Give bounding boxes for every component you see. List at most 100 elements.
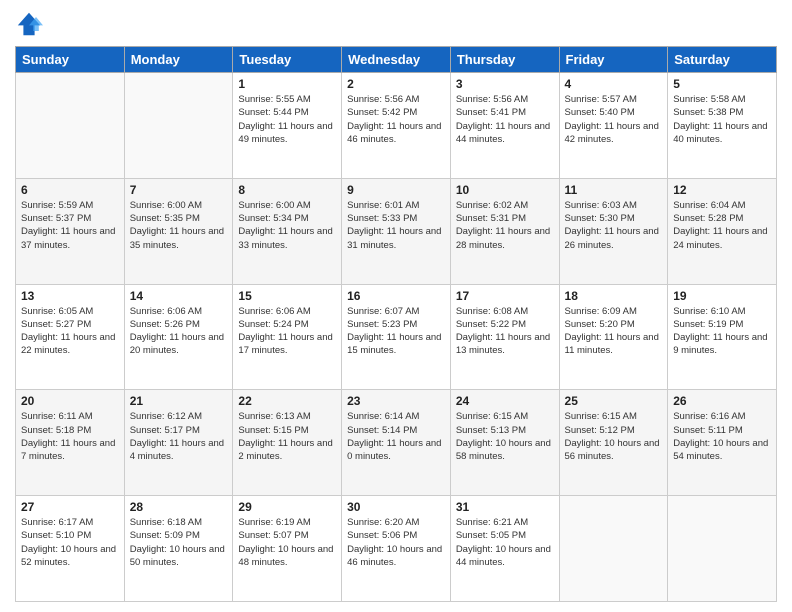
day-detail: Sunrise: 6:00 AMSunset: 5:35 PMDaylight:… [130,199,228,252]
day-number: 21 [130,394,228,408]
day-number: 23 [347,394,445,408]
calendar-cell: 12Sunrise: 6:04 AMSunset: 5:28 PMDayligh… [668,178,777,284]
day-number: 26 [673,394,771,408]
calendar-cell: 22 Sunrise: 6:13 AMSunset: 5:15 PMDayligh… [233,390,342,496]
day-detail: Sunrise: 6:01 AMSunset: 5:33 PMDaylight:… [347,199,445,252]
calendar-cell: 30 Sunrise: 6:20 AMSunset: 5:06 PMDayligh… [342,496,451,602]
calendar-week-row: 6 Sunrise: 5:59 AMSunset: 5:37 PMDaylight… [16,178,777,284]
day-number: 29 [238,500,336,514]
day-number: 5 [673,77,771,91]
calendar-cell: 7 Sunrise: 6:00 AMSunset: 5:35 PMDaylight… [124,178,233,284]
calendar-week-row: 20 Sunrise: 6:11 AMSunset: 5:18 PMDayligh… [16,390,777,496]
day-number: 2 [347,77,445,91]
day-number: 10 [456,183,554,197]
calendar-cell: 17Sunrise: 6:08 AMSunset: 5:22 PMDayligh… [450,284,559,390]
weekday-header: Wednesday [342,47,451,73]
calendar-cell: 14 Sunrise: 6:06 AMSunset: 5:26 PMDayligh… [124,284,233,390]
day-detail: Sunrise: 5:55 AMSunset: 5:44 PMDaylight:… [238,93,336,146]
day-number: 13 [21,289,119,303]
calendar-week-row: 27Sunrise: 6:17 AMSunset: 5:10 PMDayligh… [16,496,777,602]
calendar-cell: 25Sunrise: 6:15 AMSunset: 5:12 PMDayligh… [559,390,668,496]
day-detail: Sunrise: 6:18 AMSunset: 5:09 PMDaylight:… [130,516,228,569]
day-detail: Sunrise: 6:00 AMSunset: 5:34 PMDaylight:… [238,199,336,252]
calendar-cell: 6 Sunrise: 5:59 AMSunset: 5:37 PMDaylight… [16,178,125,284]
weekday-header: Sunday [16,47,125,73]
calendar-cell: 3 Sunrise: 5:56 AMSunset: 5:41 PMDaylight… [450,73,559,179]
day-detail: Sunrise: 5:59 AMSunset: 5:37 PMDaylight:… [21,199,119,252]
calendar-cell: 24Sunrise: 6:15 AMSunset: 5:13 PMDayligh… [450,390,559,496]
weekday-header: Monday [124,47,233,73]
day-detail: Sunrise: 6:13 AMSunset: 5:15 PMDaylight:… [238,410,336,463]
day-number: 31 [456,500,554,514]
calendar-table: SundayMondayTuesdayWednesdayThursdayFrid… [15,46,777,602]
day-number: 28 [130,500,228,514]
calendar-cell: 19 Sunrise: 6:10 AMSunset: 5:19 PMDayligh… [668,284,777,390]
day-detail: Sunrise: 6:05 AMSunset: 5:27 PMDaylight:… [21,305,119,358]
calendar-cell: 10 Sunrise: 6:02 AMSunset: 5:31 PMDayligh… [450,178,559,284]
calendar-cell [124,73,233,179]
day-detail: Sunrise: 5:57 AMSunset: 5:40 PMDaylight:… [565,93,663,146]
day-number: 14 [130,289,228,303]
day-number: 3 [456,77,554,91]
calendar-cell [668,496,777,602]
weekday-header: Thursday [450,47,559,73]
day-number: 4 [565,77,663,91]
day-number: 30 [347,500,445,514]
weekday-header: Friday [559,47,668,73]
weekday-header: Saturday [668,47,777,73]
day-detail: Sunrise: 6:20 AMSunset: 5:06 PMDaylight:… [347,516,445,569]
day-number: 24 [456,394,554,408]
day-detail: Sunrise: 6:02 AMSunset: 5:31 PMDaylight:… [456,199,554,252]
day-number: 11 [565,183,663,197]
day-number: 12 [673,183,771,197]
calendar-week-row: 1 Sunrise: 5:55 AMSunset: 5:44 PMDaylight… [16,73,777,179]
calendar-cell: 5 Sunrise: 5:58 AMSunset: 5:38 PMDaylight… [668,73,777,179]
calendar-cell: 31 Sunrise: 6:21 AMSunset: 5:05 PMDayligh… [450,496,559,602]
calendar-cell: 29 Sunrise: 6:19 AMSunset: 5:07 PMDayligh… [233,496,342,602]
day-detail: Sunrise: 6:09 AMSunset: 5:20 PMDaylight:… [565,305,663,358]
day-detail: Sunrise: 6:15 AMSunset: 5:12 PMDaylight:… [565,410,663,463]
day-detail: Sunrise: 6:07 AMSunset: 5:23 PMDaylight:… [347,305,445,358]
calendar-cell: 11 Sunrise: 6:03 AMSunset: 5:30 PMDayligh… [559,178,668,284]
day-detail: Sunrise: 6:11 AMSunset: 5:18 PMDaylight:… [21,410,119,463]
day-detail: Sunrise: 5:58 AMSunset: 5:38 PMDaylight:… [673,93,771,146]
calendar-cell: 9 Sunrise: 6:01 AMSunset: 5:33 PMDaylight… [342,178,451,284]
day-number: 6 [21,183,119,197]
calendar-cell: 23 Sunrise: 6:14 AMSunset: 5:14 PMDayligh… [342,390,451,496]
day-number: 22 [238,394,336,408]
day-number: 8 [238,183,336,197]
day-detail: Sunrise: 6:08 AMSunset: 5:22 PMDaylight:… [456,305,554,358]
header [15,10,777,38]
day-detail: Sunrise: 6:19 AMSunset: 5:07 PMDaylight:… [238,516,336,569]
calendar-cell: 2 Sunrise: 5:56 AMSunset: 5:42 PMDaylight… [342,73,451,179]
calendar-cell: 13 Sunrise: 6:05 AMSunset: 5:27 PMDayligh… [16,284,125,390]
day-number: 1 [238,77,336,91]
day-detail: Sunrise: 6:06 AMSunset: 5:26 PMDaylight:… [130,305,228,358]
calendar-cell [559,496,668,602]
page: SundayMondayTuesdayWednesdayThursdayFrid… [0,0,792,612]
calendar-cell: 8 Sunrise: 6:00 AMSunset: 5:34 PMDaylight… [233,178,342,284]
day-number: 18 [565,289,663,303]
calendar-cell: 15 Sunrise: 6:06 AMSunset: 5:24 PMDayligh… [233,284,342,390]
day-detail: Sunrise: 6:10 AMSunset: 5:19 PMDaylight:… [673,305,771,358]
day-detail: Sunrise: 5:56 AMSunset: 5:42 PMDaylight:… [347,93,445,146]
day-number: 7 [130,183,228,197]
day-detail: Sunrise: 6:06 AMSunset: 5:24 PMDaylight:… [238,305,336,358]
day-detail: Sunrise: 6:14 AMSunset: 5:14 PMDaylight:… [347,410,445,463]
day-number: 15 [238,289,336,303]
day-detail: Sunrise: 5:56 AMSunset: 5:41 PMDaylight:… [456,93,554,146]
day-detail: Sunrise: 6:21 AMSunset: 5:05 PMDaylight:… [456,516,554,569]
calendar-cell: 4 Sunrise: 5:57 AMSunset: 5:40 PMDaylight… [559,73,668,179]
day-number: 19 [673,289,771,303]
calendar-cell: 26 Sunrise: 6:16 AMSunset: 5:11 PMDayligh… [668,390,777,496]
calendar-cell: 27Sunrise: 6:17 AMSunset: 5:10 PMDayligh… [16,496,125,602]
calendar-cell [16,73,125,179]
calendar-cell: 28 Sunrise: 6:18 AMSunset: 5:09 PMDayligh… [124,496,233,602]
day-number: 20 [21,394,119,408]
logo [15,10,47,38]
calendar-cell: 21Sunrise: 6:12 AMSunset: 5:17 PMDayligh… [124,390,233,496]
day-detail: Sunrise: 6:03 AMSunset: 5:30 PMDaylight:… [565,199,663,252]
day-detail: Sunrise: 6:16 AMSunset: 5:11 PMDaylight:… [673,410,771,463]
day-number: 9 [347,183,445,197]
day-number: 27 [21,500,119,514]
